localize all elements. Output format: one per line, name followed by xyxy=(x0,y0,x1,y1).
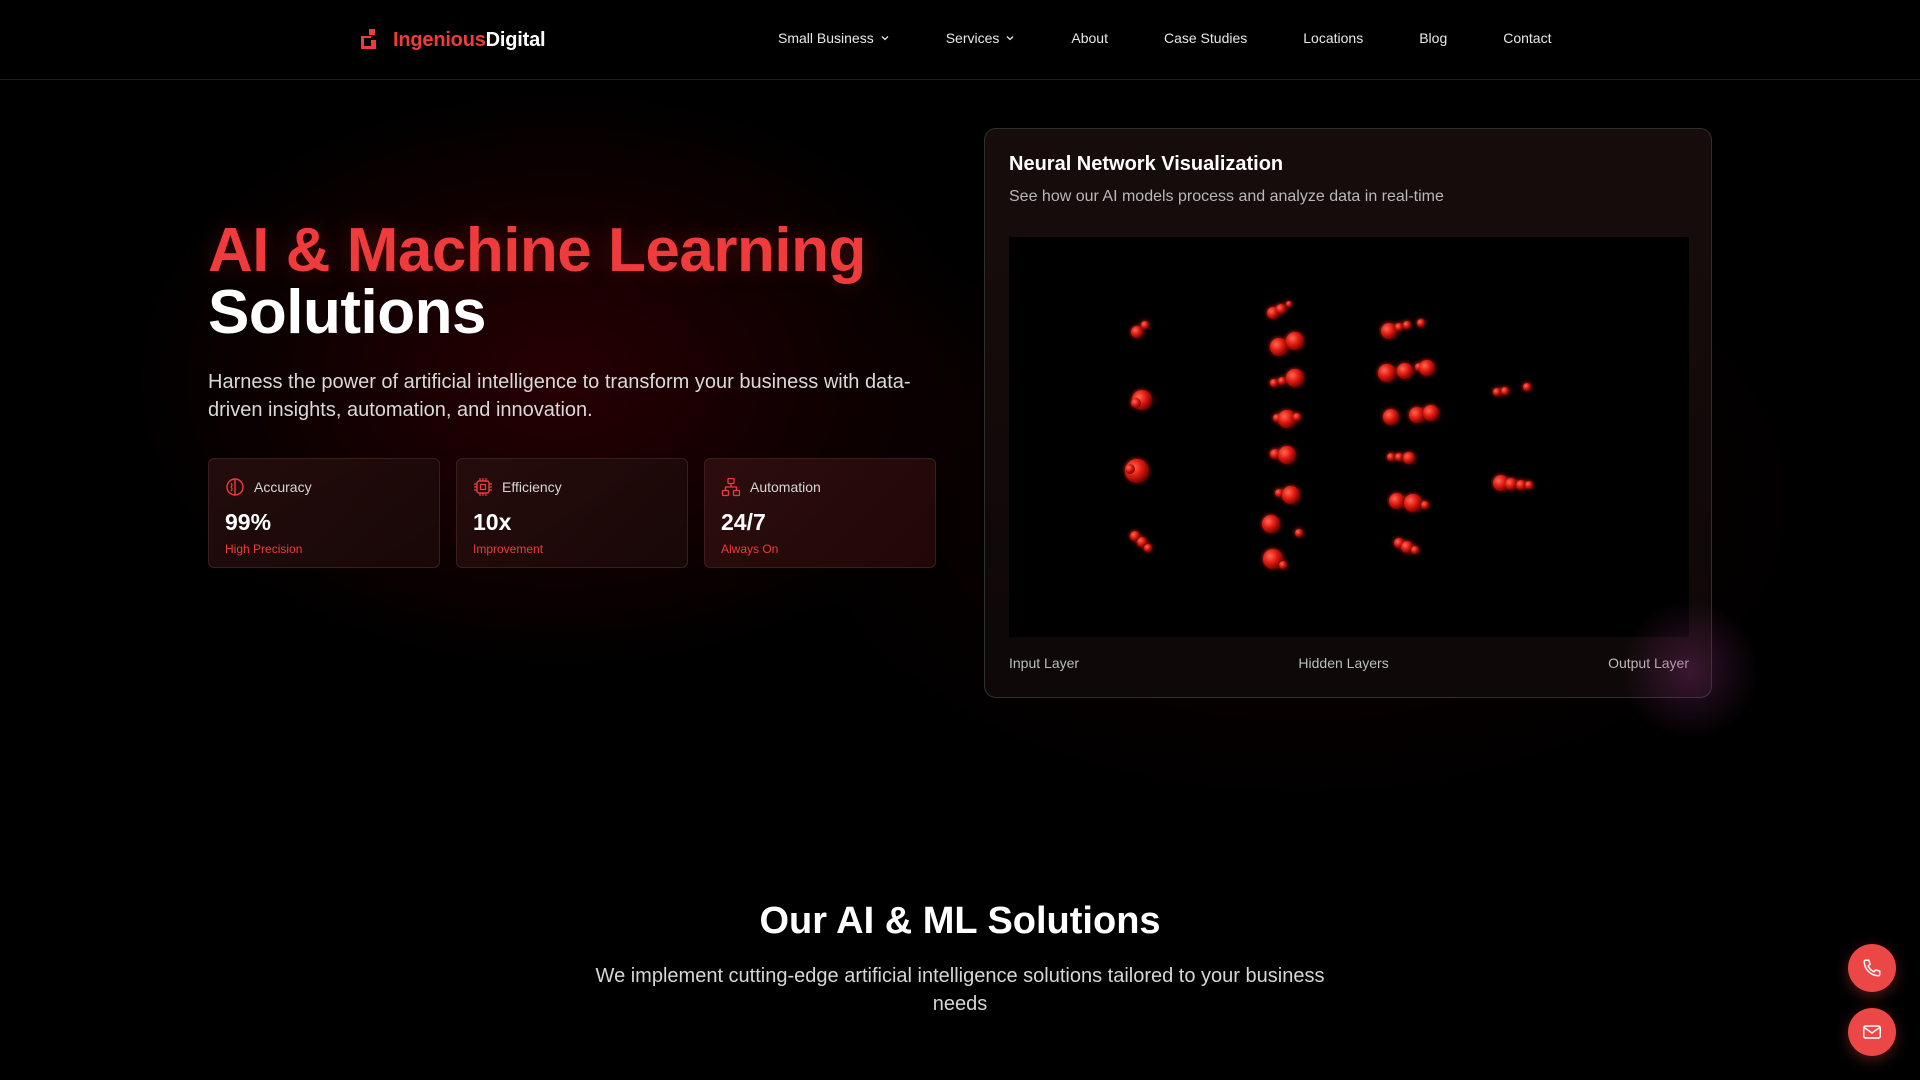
stat-subtext: Improvement xyxy=(473,542,544,556)
nav-item-contact[interactable]: Contact xyxy=(1503,30,1551,46)
stat-card-automation: Automation 24/7 Always On xyxy=(704,458,936,568)
nav-item-locations[interactable]: Locations xyxy=(1303,30,1363,46)
chip-icon xyxy=(474,478,492,496)
nn-card-subtitle: See how our AI models process and analyz… xyxy=(1009,188,1444,205)
stat-value: 99% xyxy=(225,509,272,535)
hero-title-line2: Solutions xyxy=(208,278,486,347)
solutions-title: Our AI & ML Solutions xyxy=(759,900,1161,942)
hidden-layers-label: Hidden Layers xyxy=(1298,655,1389,671)
brand-name-part2: Digital xyxy=(485,28,546,51)
nav-item-small-business[interactable]: Small Business xyxy=(778,30,890,46)
stat-label: Automation xyxy=(750,479,821,495)
stat-subtext: High Precision xyxy=(225,542,303,556)
nav-item-blog[interactable]: Blog xyxy=(1419,30,1447,46)
nav-item-services[interactable]: Services xyxy=(946,30,1016,46)
stats-row: Accuracy 99% High Precision Efficiency 1… xyxy=(208,458,936,568)
neural-network-canvas xyxy=(1009,237,1689,637)
stat-card-efficiency: Efficiency 10x Improvement xyxy=(456,458,688,568)
stat-card-accuracy: Accuracy 99% High Precision xyxy=(208,458,440,568)
output-layer-label: Output Layer xyxy=(1608,655,1689,671)
nav-label: Small Business xyxy=(778,30,874,46)
hero-title-line1: AI & Machine Learning xyxy=(208,216,866,285)
stat-label: Accuracy xyxy=(254,479,312,495)
chevron-down-icon xyxy=(1006,36,1014,41)
email-button[interactable] xyxy=(1848,1008,1896,1056)
neural-network-card: Neural Network Visualization See how our… xyxy=(984,128,1712,698)
stat-label: Efficiency xyxy=(502,479,562,495)
brand-name-part1: Ingenious xyxy=(393,28,486,51)
nn-layer-labels: Input Layer Hidden Layers Output Layer xyxy=(1009,655,1689,671)
top-navbar: IngeniousDigital Small Business Services… xyxy=(0,0,1920,80)
hero-title: AI & Machine Learning Solutions xyxy=(208,220,866,344)
mail-icon xyxy=(1863,1025,1881,1039)
brand-logo[interactable]: IngeniousDigital xyxy=(359,25,546,55)
input-layer-label: Input Layer xyxy=(1009,655,1080,671)
nav-label: Services xyxy=(945,30,1000,46)
nn-card-title: Neural Network Visualization xyxy=(1009,153,1284,175)
logo-icon xyxy=(361,29,376,49)
nav-item-about[interactable]: About xyxy=(1071,30,1108,46)
stat-value: 10x xyxy=(473,509,512,535)
main-nav: Small Business Services About Case Studi… xyxy=(778,30,1551,46)
chevron-down-icon xyxy=(881,36,889,41)
brain-icon xyxy=(226,478,244,496)
stat-subtext: Always On xyxy=(721,542,779,556)
hero-description: Harness the power of artificial intellig… xyxy=(208,371,911,421)
network-icon xyxy=(721,477,741,497)
solutions-description: We implement cutting-edge artificial int… xyxy=(595,965,1325,1015)
call-button[interactable] xyxy=(1848,944,1896,992)
neural-nodes xyxy=(1125,301,1533,569)
phone-icon xyxy=(1863,959,1881,977)
nav-item-case-studies[interactable]: Case Studies xyxy=(1164,30,1247,46)
stat-value: 24/7 xyxy=(721,509,766,535)
